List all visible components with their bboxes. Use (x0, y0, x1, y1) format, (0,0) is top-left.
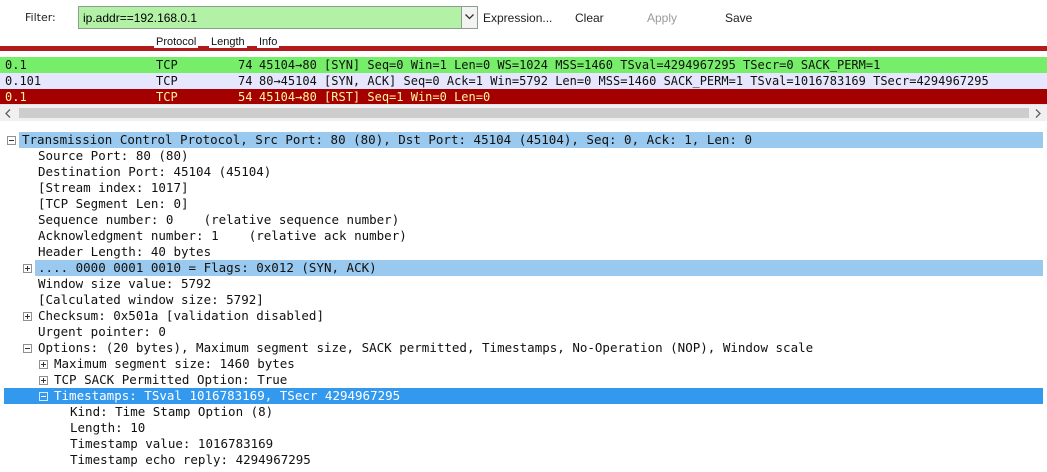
expand-icon[interactable] (23, 264, 32, 273)
packet-details-tree: Transmission Control Protocol, Src Port:… (0, 121, 1047, 472)
packet-info: 80→45104 [SYN, ACK] Seq=0 Ack=1 Win=5792… (259, 74, 989, 88)
window-size: Window size value: 5792 (38, 276, 212, 291)
packet-list-header: Protocol Length Info (0, 36, 1047, 50)
tree-item-checksum[interactable]: Checksum: 0x501a [validation disabled] (0, 308, 1047, 324)
tree-item[interactable]: Header Length: 40 bytes (0, 244, 1047, 260)
column-header-info[interactable]: Info (257, 36, 280, 48)
chevron-right-icon (1035, 109, 1041, 118)
tree-item[interactable]: Length: 10 (0, 420, 1047, 436)
tree-item[interactable]: [Calculated window size: 5792] (0, 292, 1047, 308)
stream-index: [Stream index: 1017] (38, 180, 189, 195)
expression-button[interactable]: Expression... (483, 11, 552, 25)
expand-icon[interactable] (23, 312, 32, 321)
packet-list-hscrollbar[interactable] (0, 104, 1047, 121)
packet-row[interactable]: 0.1 TCP 54 45104→80 [RST] Seq=1 Win=0 Le… (0, 89, 1047, 104)
packet-source: 0.1 (5, 90, 27, 104)
timestamp-value: Timestamp value: 1016783169 (70, 436, 274, 451)
tree-item[interactable]: Timestamp echo reply: 4294967295 (0, 452, 1047, 468)
column-header-protocol[interactable]: Protocol (154, 36, 199, 48)
packet-source: 0.1 (5, 58, 27, 72)
urgent-pointer: Urgent pointer: 0 (38, 324, 166, 339)
timestamp-length: Length: 10 (70, 420, 146, 435)
display-filter-box[interactable] (78, 6, 478, 29)
tree-item-flags[interactable]: .... 0000 0001 0010 = Flags: 0x012 (SYN,… (0, 260, 1047, 276)
tree-item-options[interactable]: Options: (20 bytes), Maximum segment siz… (0, 340, 1047, 356)
tree-item-mss[interactable]: Maximum segment size: 1460 bytes (0, 356, 1047, 372)
expand-icon[interactable] (39, 360, 48, 369)
packet-length: 74 (238, 58, 253, 72)
chevron-down-icon (465, 14, 474, 20)
chevron-left-icon (5, 109, 11, 118)
destination-port: Destination Port: 45104 (45104) (38, 164, 272, 179)
scroll-left-button[interactable] (0, 105, 17, 121)
scroll-right-button[interactable] (1030, 105, 1047, 121)
apply-button[interactable]: Apply (647, 11, 677, 25)
packet-length: 54 (238, 90, 253, 104)
segment-len: [TCP Segment Len: 0] (38, 196, 189, 211)
tree-item-tcp[interactable]: Transmission Control Protocol, Src Port:… (0, 132, 1047, 148)
header-length: Header Length: 40 bytes (38, 244, 212, 259)
packet-source: 0.101 (5, 74, 42, 88)
tree-item[interactable]: Sequence number: 0 (relative sequence nu… (0, 212, 1047, 228)
tree-item[interactable]: Timestamp value: 1016783169 (0, 436, 1047, 452)
tree-item[interactable]: Acknowledgment number: 1 (relative ack n… (0, 228, 1047, 244)
sack-permitted: TCP SACK Permitted Option: True (54, 372, 288, 387)
filter-history-dropdown[interactable] (461, 7, 477, 28)
filter-label: Filter: (25, 11, 56, 24)
ack-number: Acknowledgment number: 1 (relative ack n… (38, 228, 407, 243)
collapse-icon[interactable] (39, 392, 48, 401)
tree-item[interactable]: [TCP Segment Len: 0] (0, 196, 1047, 212)
timestamp-kind: Kind: Time Stamp Option (8) (70, 404, 274, 419)
checksum: Checksum: 0x501a [validation disabled] (38, 308, 324, 323)
packet-protocol: TCP (156, 90, 178, 104)
save-button[interactable]: Save (725, 11, 752, 25)
packet-length: 74 (238, 74, 253, 88)
scrollbar-thumb[interactable] (19, 108, 1029, 118)
packet-info: 45104→80 [RST] Seq=1 Win=0 Len=0 (259, 90, 491, 104)
packet-protocol: TCP (156, 74, 178, 88)
calculated-window-size: [Calculated window size: 5792] (38, 292, 264, 307)
packet-info: 45104→80 [SYN] Seq=0 Win=1 Len=0 WS=1024… (259, 58, 881, 72)
collapse-icon[interactable] (7, 136, 16, 145)
flags: .... 0000 0001 0010 = Flags: 0x012 (SYN,… (38, 260, 377, 275)
sequence-number: Sequence number: 0 (relative sequence nu… (38, 212, 400, 227)
tree-item[interactable]: Window size value: 5792 (0, 276, 1047, 292)
tree-item[interactable]: Destination Port: 45104 (45104) (0, 164, 1047, 180)
max-segment-size: Maximum segment size: 1460 bytes (54, 356, 295, 371)
options: Options: (20 bytes), Maximum segment siz… (38, 340, 814, 355)
tree-item-timestamps[interactable]: Timestamps: TSval 1016783169, TSecr 4294… (0, 388, 1047, 404)
timestamp-echo-reply: Timestamp echo reply: 4294967295 (70, 452, 311, 467)
packet-row[interactable]: 0.101 TCP 74 80→45104 [SYN, ACK] Seq=0 A… (0, 73, 1047, 89)
packet-list: Protocol Length Info 0.1 TCP 74 45104→80… (0, 36, 1047, 104)
display-filter-input[interactable] (79, 7, 461, 28)
source-port: Source Port: 80 (80) (38, 148, 189, 163)
column-header-length[interactable]: Length (209, 36, 247, 48)
tree-item[interactable]: [Stream index: 1017] (0, 180, 1047, 196)
packet-protocol: TCP (156, 58, 178, 72)
tcp-header-label: Transmission Control Protocol, Src Port:… (22, 132, 752, 147)
timestamps: Timestamps: TSval 1016783169, TSecr 4294… (54, 388, 401, 403)
expand-icon[interactable] (39, 376, 48, 385)
packet-row[interactable]: 0.1 TCP 74 45104→80 [SYN] Seq=0 Win=1 Le… (0, 57, 1047, 73)
tree-item-sack[interactable]: TCP SACK Permitted Option: True (0, 372, 1047, 388)
clipped-row-remnant (0, 121, 1047, 125)
tree-item[interactable]: Kind: Time Stamp Option (8) (0, 404, 1047, 420)
tree-item[interactable]: Source Port: 80 (80) (0, 148, 1047, 164)
filter-toolbar: Filter: Expression... Clear Apply Save (0, 0, 1047, 36)
clear-button[interactable]: Clear (575, 11, 604, 25)
collapse-icon[interactable] (23, 344, 32, 353)
tree-item[interactable]: Urgent pointer: 0 (0, 324, 1047, 340)
